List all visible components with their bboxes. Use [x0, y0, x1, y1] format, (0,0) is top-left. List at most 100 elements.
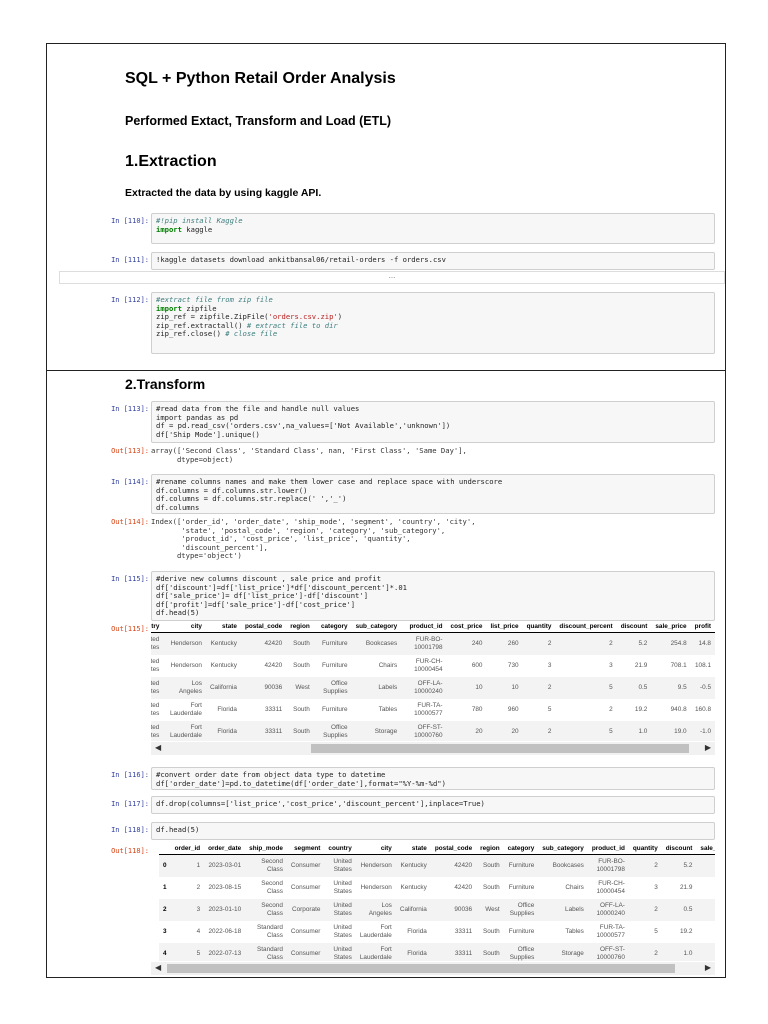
- table-cell: Furniture: [508, 883, 535, 891]
- table-cell: 5: [654, 927, 658, 935]
- code-editor[interactable]: !kaggle datasets download ankitbansal06/…: [151, 252, 715, 270]
- table-cell: South: [476, 942, 504, 961]
- column-header: state: [395, 843, 431, 855]
- table-cell: South: [476, 854, 504, 877]
- table-cell: 2: [628, 898, 662, 921]
- scroll-right-icon[interactable]: ▶: [705, 963, 711, 972]
- code-editor[interactable]: #derive new columns discount , sale pric…: [151, 571, 715, 621]
- out-prompt: Out[114]:: [111, 518, 149, 526]
- table-cell: United States: [151, 658, 160, 673]
- horizontal-scrollbar[interactable]: ◀ ▶: [151, 742, 715, 755]
- table-cell: Furniture: [322, 705, 348, 713]
- column-header: sub_category: [538, 843, 588, 855]
- table-cell: United States: [324, 942, 356, 961]
- table-cell: 4: [196, 927, 201, 935]
- notebook-panel-extraction: SQL + Python Retail Order Analysis Perfo…: [46, 43, 726, 371]
- column-header: ship_mode: [245, 843, 287, 855]
- table-cell: OFF-ST-10000760: [401, 720, 447, 741]
- table-cell: Fort Lauderdale: [359, 924, 392, 939]
- scroll-left-icon[interactable]: ◀: [155, 963, 161, 972]
- code-cell-110[interactable]: In [110]: #!pip install Kaggle import ka…: [77, 213, 715, 245]
- table-cell: 5: [170, 942, 205, 961]
- table-cell: 10: [486, 676, 523, 699]
- table-cell: Storage: [351, 720, 402, 741]
- table-cell: Fort Lauderdale: [355, 942, 396, 961]
- table-cell: 5: [547, 705, 552, 713]
- table-cell: Consumer: [286, 942, 325, 961]
- column-header: [159, 843, 171, 855]
- table-cell: South: [293, 705, 310, 713]
- table-cell: Florida: [395, 942, 431, 961]
- table-cell: 20: [446, 720, 487, 741]
- column-header: country: [151, 621, 164, 633]
- cell-prompt: In [117]:: [111, 800, 149, 808]
- table-cell: Kentucky: [400, 883, 427, 891]
- table-cell: 3: [654, 883, 658, 891]
- table-cell: Corporate: [286, 898, 325, 921]
- header-row: order_id order_date ship_mode segment countr…: [159, 843, 715, 855]
- code-cell-111[interactable]: In [111]: !kaggle datasets download anki…: [77, 252, 715, 270]
- column-header: region: [476, 843, 504, 855]
- table-cell: Consumer: [290, 927, 321, 935]
- table-cell: 2023-03-01: [204, 854, 246, 877]
- collapsed-output[interactable]: ...: [59, 271, 725, 284]
- table-cell: 90036: [240, 676, 287, 699]
- table-cell: Chairs: [378, 661, 398, 669]
- code-editor[interactable]: #rename columns names and make them lowe…: [151, 474, 715, 514]
- notebook-panel-transform: 2.Transform In [113]: #read data from th…: [46, 370, 726, 978]
- code-editor[interactable]: #convert order date from object data typ…: [151, 767, 715, 790]
- code-editor[interactable]: #read data from the file and handle null…: [151, 401, 715, 443]
- table-cell: United States: [151, 702, 160, 717]
- code-editor[interactable]: df.head(5): [151, 822, 715, 840]
- table-cell: 0.5: [616, 676, 652, 699]
- table-cell: 19.2: [634, 705, 648, 713]
- table-cell: FUR-CH-10000454: [596, 880, 625, 895]
- scroll-right-icon[interactable]: ▶: [705, 743, 711, 752]
- scrollbar-thumb[interactable]: [167, 964, 675, 973]
- table-cell: 2022-07-13: [204, 942, 246, 961]
- table-cell: 2: [159, 898, 171, 921]
- table-cell: California: [205, 676, 241, 699]
- table-cell: 960: [507, 705, 519, 713]
- column-header: discount_percent: [555, 621, 617, 633]
- table-cell: Florida: [407, 927, 427, 935]
- table-cell: 2: [522, 632, 556, 655]
- column-header: postal_code: [430, 843, 477, 855]
- scroll-left-icon[interactable]: ◀: [155, 743, 161, 752]
- table-cell: 33311: [454, 927, 473, 935]
- table-cell: 42420: [240, 632, 287, 655]
- cell-prompt: In [112]:: [111, 296, 149, 304]
- column-header: city: [163, 621, 206, 633]
- code-editor[interactable]: #!pip install Kaggle import kaggle: [151, 213, 715, 244]
- table-cell: Second Class: [261, 880, 283, 895]
- table-cell: Fort Lauderdale: [169, 702, 202, 717]
- column-header: order_date: [204, 843, 246, 855]
- code-editor[interactable]: df.drop(columns=['list_price','cost_pric…: [151, 796, 715, 814]
- table-cell: 5: [555, 676, 617, 699]
- table-cell: Henderson: [163, 632, 206, 655]
- horizontal-scrollbar[interactable]: ◀ ▶: [151, 962, 715, 975]
- column-header: product_id: [587, 843, 629, 855]
- code-cell-112[interactable]: In [112]: #extract file from zip file im…: [77, 292, 715, 354]
- table-cell: 730: [507, 661, 519, 669]
- table-cell: 2023-01-10: [204, 898, 246, 921]
- table-cell: Standard Class: [256, 924, 283, 939]
- table-cell: West: [476, 898, 504, 921]
- table-cell: Labels: [351, 676, 402, 699]
- table-cell: 2: [522, 676, 556, 699]
- table-cell: 9.5: [651, 676, 691, 699]
- dataframe-table: countrycitystatepostal_coderegioncategor…: [151, 621, 715, 741]
- table-cell: 3: [609, 661, 613, 669]
- scrollbar-thumb[interactable]: [311, 744, 689, 753]
- code-editor[interactable]: #extract file from zip file import zipfi…: [151, 292, 715, 354]
- table-cell: 4: [159, 942, 171, 961]
- table-cell: FUR-BO-10001798: [401, 632, 447, 655]
- table-cell: Consumer: [286, 854, 325, 877]
- table-cell: 9.5: [696, 898, 715, 921]
- table-cell: Florida: [217, 705, 237, 713]
- table-cell: Office Supplies: [313, 676, 352, 699]
- table-cell: 2: [522, 720, 556, 741]
- table-cell: Office Supplies: [503, 942, 539, 961]
- table-cell: FUR-TA-10000577: [414, 702, 443, 717]
- column-header: city: [355, 843, 396, 855]
